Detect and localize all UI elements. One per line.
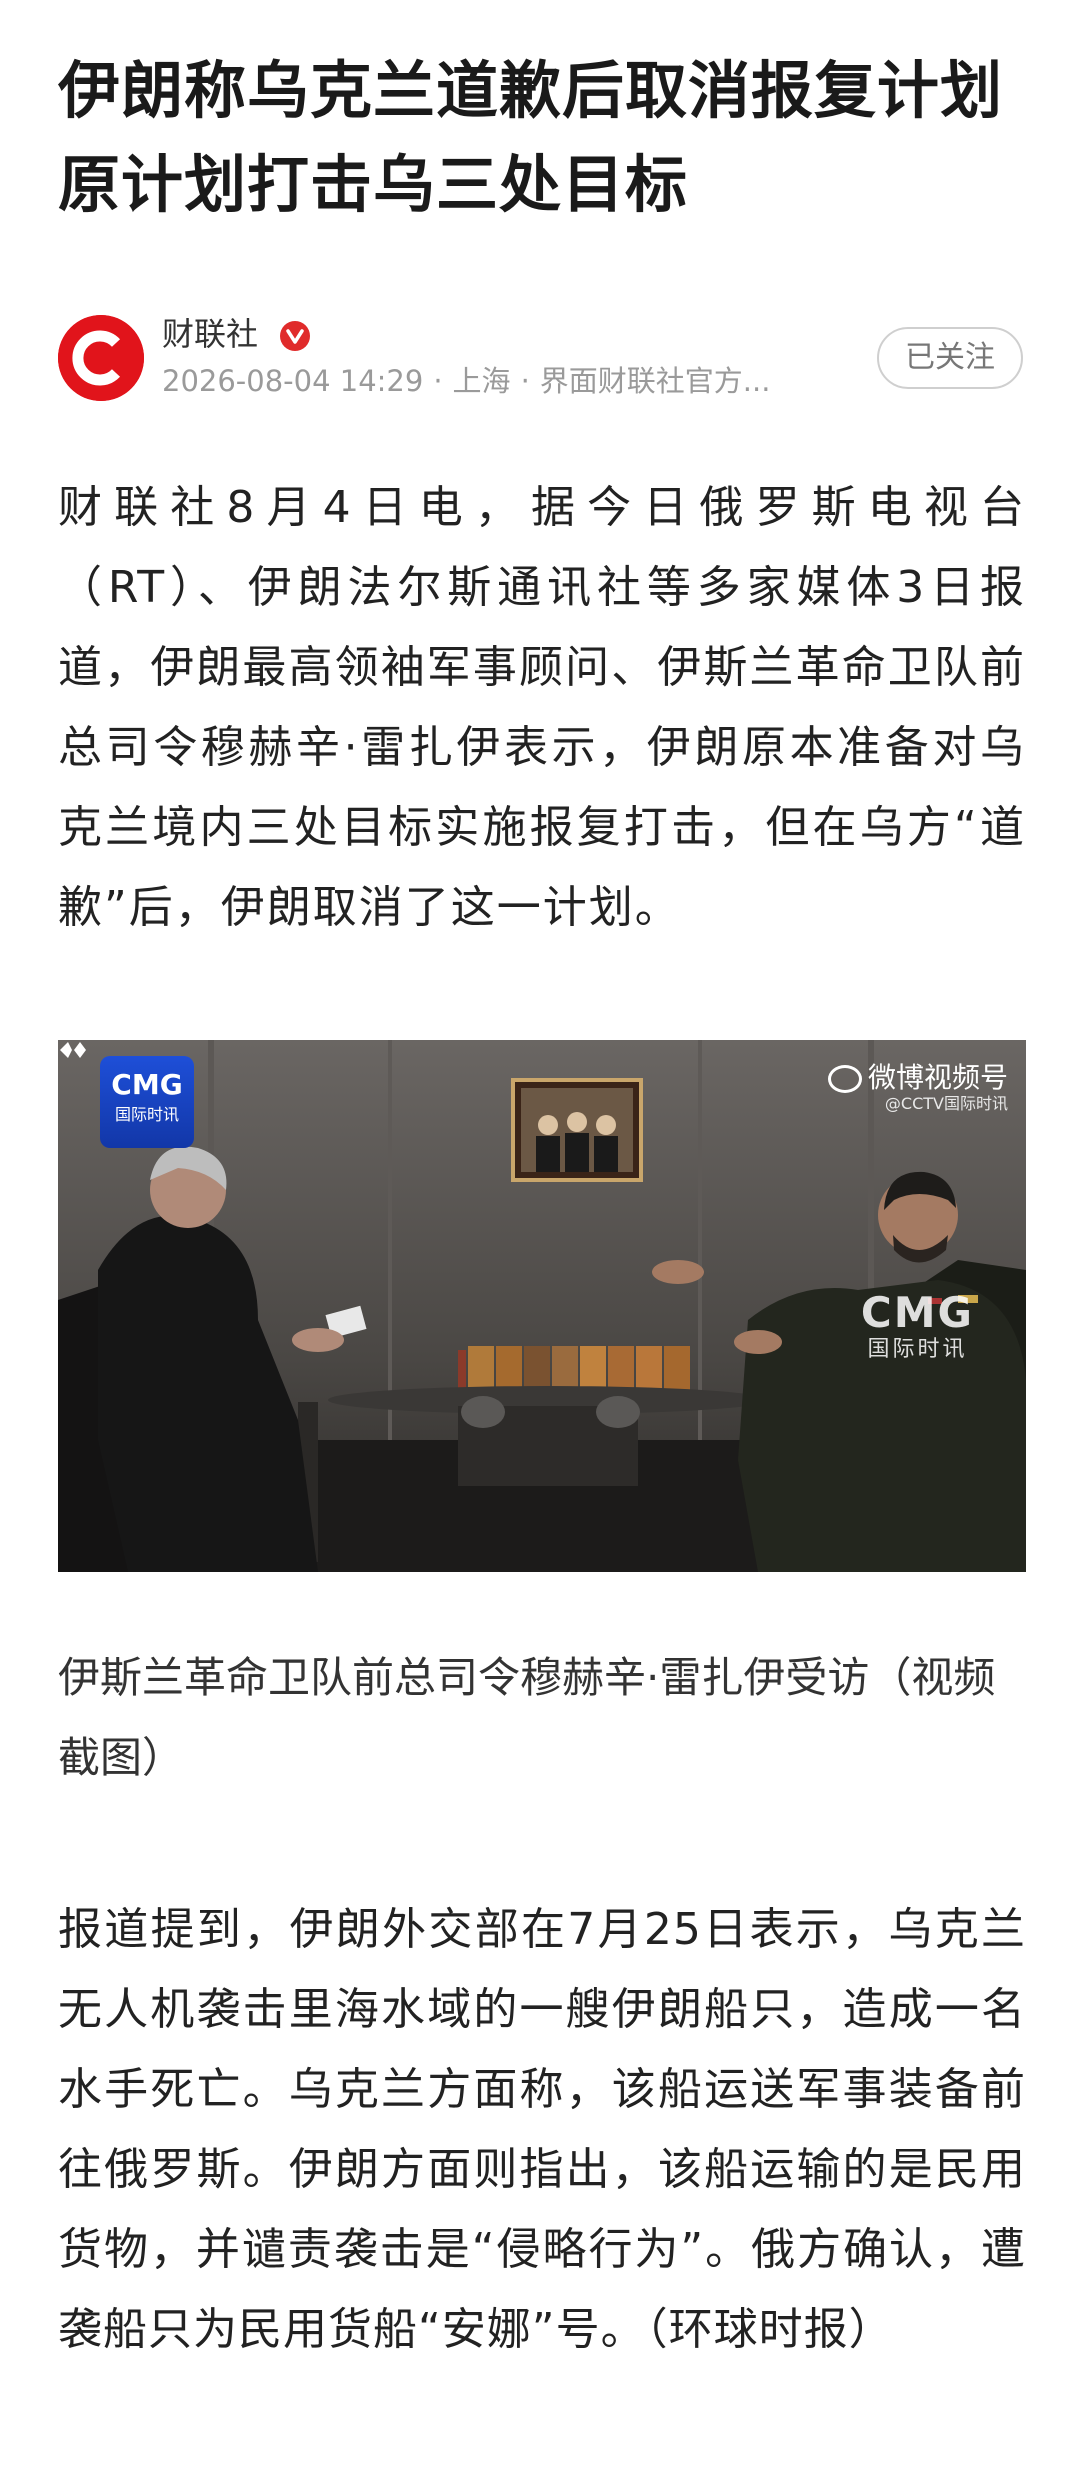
cmg-watermark-subtitle: 国际时讯 [867, 1337, 968, 1362]
video-screenshot[interactable]: CMG 国际时讯 微博视频号 @CCTV国际时讯 CMG 国际时讯 [58, 1040, 1026, 1572]
weibo-icon [827, 1065, 862, 1093]
video-play-icon[interactable] [58, 1040, 88, 1060]
publish-location: 上海 [452, 364, 511, 398]
cmg-watermark-title: CMG [860, 1288, 974, 1337]
article-paragraph: 报道提到，伊朗外交部在7月25日表示，乌克兰无人机袭击里海水域的一艘伊朗船只，造… [58, 1904, 1026, 2355]
article-meta: 2026-08-04 14:29 · 上海 · 界面财联社官方... [162, 364, 771, 398]
weibo-watermark-handle: @CCTV国际时讯 [884, 1094, 1008, 1113]
follow-button[interactable]: 已关注 [877, 327, 1023, 389]
cmg-badge-title: CMG [111, 1068, 183, 1101]
publisher-source: 界面财联社官方... [539, 364, 771, 398]
publisher-logo[interactable] [58, 315, 144, 401]
article-paragraph: 财联社8月4日电，据今日俄罗斯电视台（RT）、伊朗法尔斯通讯社等多家媒体3日报道… [58, 482, 1026, 933]
article-headline: 伊朗称乌克兰道歉后取消报复计划 原计划打击乌三处目标 [58, 54, 1004, 221]
author-row: 财联社 2026-08-04 14:29 · 上海 · 界面财联社官方... 已关注 [58, 313, 1023, 405]
cmg-badge-subtitle: 国际时讯 [114, 1105, 179, 1124]
image-caption: 伊斯兰革命卫队前总司令穆赫辛·雷扎伊受访（视频截图） [58, 1653, 996, 1782]
article-page: 伊朗称乌克兰道歉后取消报复计划 原计划打击乌三处目标 财联社 2026-08-0… [0, 0, 1079, 2468]
cmg-badge: CMG 国际时讯 [100, 1056, 194, 1148]
weibo-watermark-title: 微博视频号 [867, 1061, 1008, 1094]
cmg-watermark: CMG 国际时讯 [861, 1290, 974, 1364]
weibo-watermark: 微博视频号 @CCTV国际时讯 [827, 1061, 1008, 1114]
author-name[interactable]: 财联社 [162, 313, 258, 355]
publisher-logo-icon [58, 315, 144, 401]
publish-date: 2026-08-04 14:29 [162, 364, 424, 398]
verified-icon [280, 321, 310, 351]
